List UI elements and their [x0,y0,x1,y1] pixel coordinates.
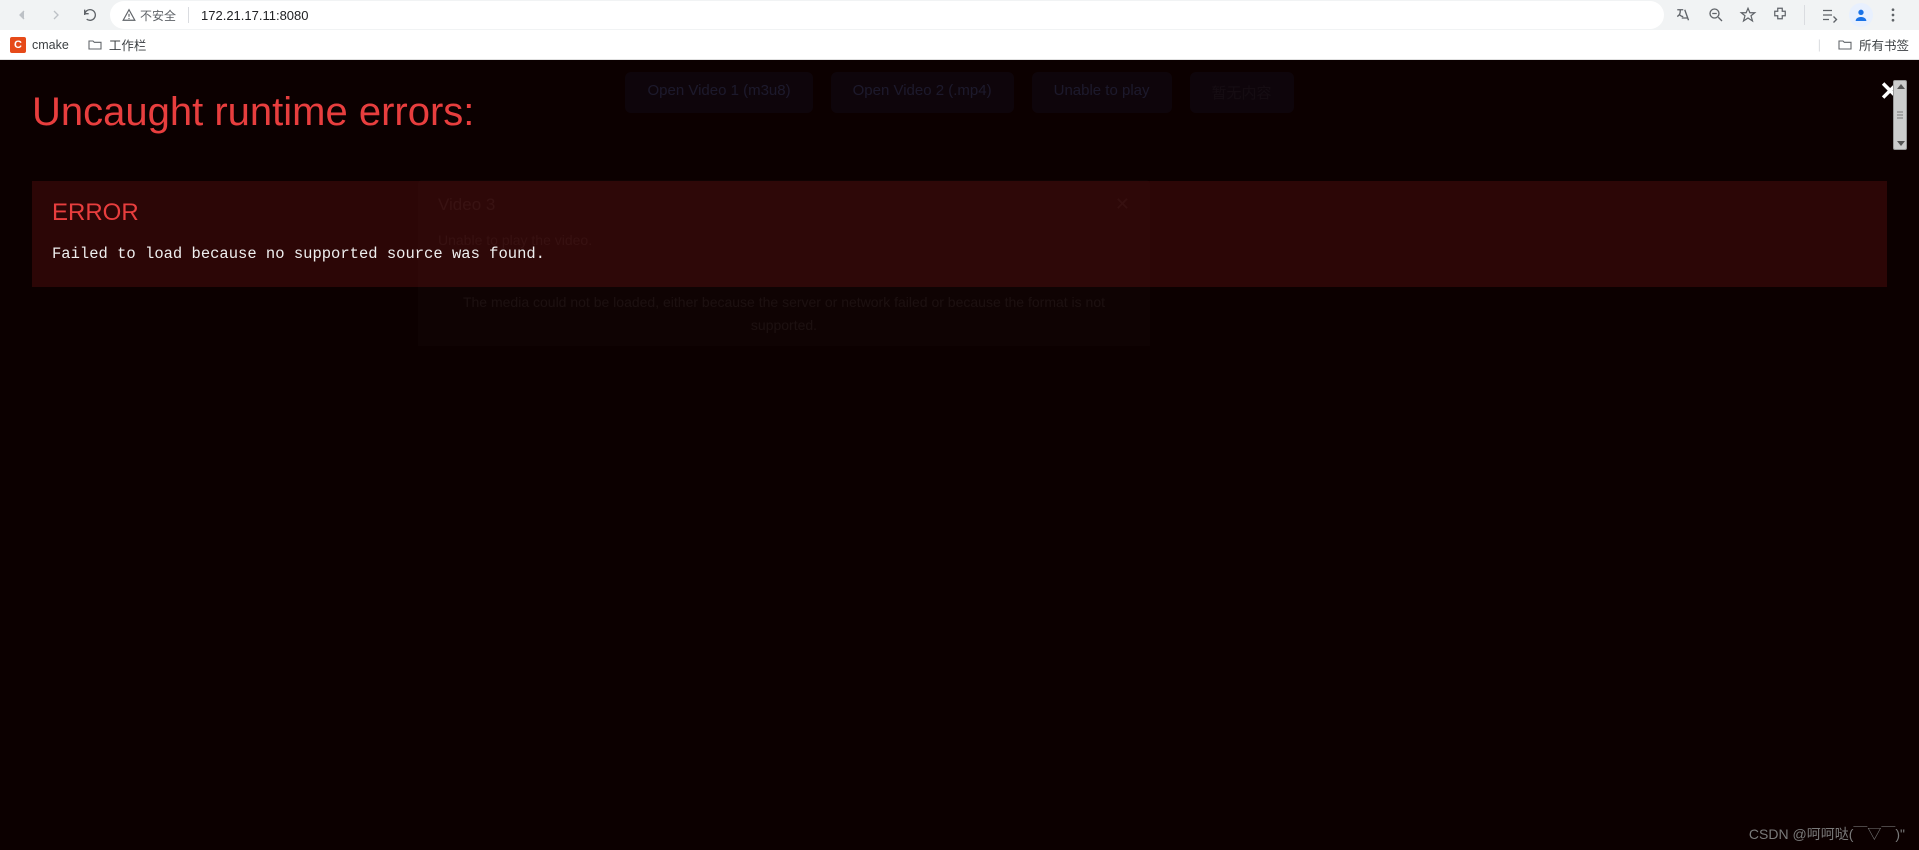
translate-icon[interactable] [1670,1,1698,29]
bookmarks-bar: C cmake 工作栏 | 所有书签 [0,30,1919,60]
extensions-icon[interactable] [1766,1,1794,29]
zoom-icon[interactable] [1702,1,1730,29]
bookmark-label: cmake [32,38,69,52]
bookmark-favicon: C [10,37,26,53]
kebab-menu-icon[interactable] [1879,1,1907,29]
all-bookmarks-button[interactable]: | 所有书签 [1818,35,1909,54]
insecure-label: 不安全 [140,7,176,24]
folder-icon [87,37,103,53]
bookmark-label: 工作栏 [109,35,147,54]
separator: | [1818,38,1821,52]
overlay-title: Uncaught runtime errors: [0,60,1919,135]
person-icon [1853,7,1869,23]
back-button[interactable] [8,1,36,29]
profile-avatar[interactable] [1847,1,1875,29]
address-bar[interactable]: 不安全 172.21.17.11:8080 [110,1,1664,29]
warning-triangle-icon [122,8,136,22]
insecure-indicator: 不安全 [122,7,176,24]
toolbar-right [1670,1,1911,29]
error-heading: ERROR [52,199,1867,227]
scrollbar-thumb[interactable] [1893,80,1907,150]
media-controls-icon[interactable] [1815,1,1843,29]
separator [188,7,189,23]
bookmark-item[interactable]: C cmake [10,37,69,53]
error-overlay: ✕ Uncaught runtime errors: ERROR Failed … [0,60,1919,850]
folder-icon [1837,37,1853,53]
bookmark-star-icon[interactable] [1734,1,1762,29]
app-viewport: Open Video 1 (m3u8) Open Video 2 (.mp4) … [0,60,1919,850]
bookmark-item[interactable]: 工作栏 [87,35,147,54]
error-block: ERROR Failed to load because no supporte… [32,181,1887,287]
error-message: Failed to load because no supported sour… [52,245,1867,263]
separator [1804,5,1805,25]
all-bookmarks-label: 所有书签 [1859,35,1909,54]
browser-toolbar: 不安全 172.21.17.11:8080 [0,0,1919,30]
url-text: 172.21.17.11:8080 [201,8,308,23]
reload-button[interactable] [76,1,104,29]
forward-button[interactable] [42,1,70,29]
